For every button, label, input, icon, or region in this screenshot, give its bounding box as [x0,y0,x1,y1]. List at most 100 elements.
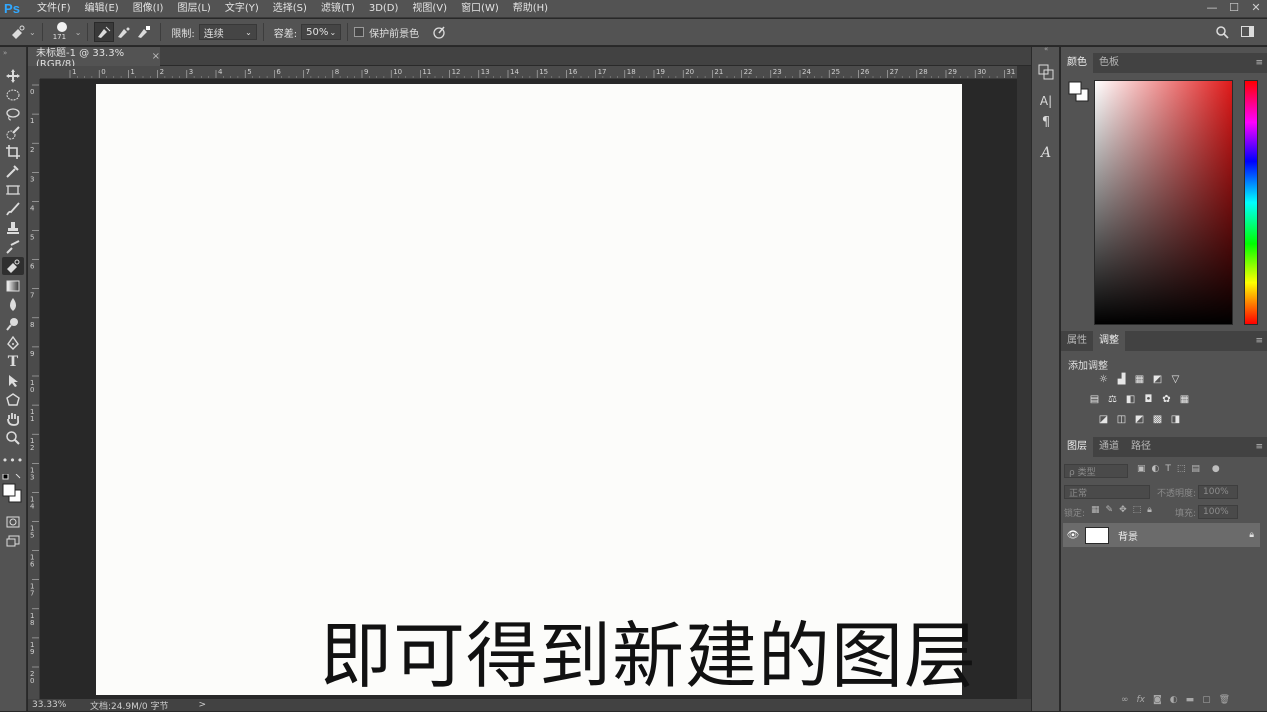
vertical-scrollbar[interactable] [1017,66,1031,699]
tab-paths[interactable]: 路径 [1125,437,1157,457]
background-eraser-tool-icon[interactable] [8,22,28,42]
protect-foreground-checkbox[interactable] [354,27,365,37]
add-mask-icon[interactable]: ◙ [1153,695,1162,705]
filter-smart-object-icon[interactable]: ▤ [1191,464,1200,474]
history-brush-tool-icon[interactable] [2,238,24,256]
blend-mode-dropdown[interactable]: 正常 [1064,485,1150,499]
pressure-tablet-icon[interactable] [429,22,449,42]
background-eraser-tool-icon[interactable] [2,257,24,275]
more-tools-icon[interactable]: ••• [2,451,24,469]
move-tool-icon[interactable] [2,67,24,85]
color-field[interactable] [1094,80,1233,325]
layer-style-icon[interactable]: fx [1137,695,1146,705]
photo-filter-icon[interactable]: ◘ [1142,394,1155,405]
status-arrow-icon[interactable]: > [198,700,206,710]
character-style-icon[interactable]: A| [1036,91,1056,111]
quick-selection-tool-icon[interactable] [2,124,24,142]
lock-pixels-icon[interactable]: ✎ [1106,505,1114,515]
quick-mask-icon[interactable] [2,513,24,531]
layer-lock-icon[interactable]: 🔒︎ [1249,530,1254,540]
filter-type-icon[interactable]: T [1165,464,1171,474]
zoom-tool-icon[interactable] [2,429,24,447]
crop-tool-icon[interactable] [2,143,24,161]
lock-transparent-icon[interactable]: ▦ [1091,505,1100,515]
new-adjustment-icon[interactable]: ◐ [1170,695,1178,705]
dodge-tool-icon[interactable] [2,315,24,333]
close-tab-icon[interactable]: × [152,51,160,62]
horizontal-ruler[interactable]: 1 0 1 2 3 4 5 6 7 8 9 10 11 12 13 14 15 16 17 18 19 20 21 22 23 2… [40,66,1017,79]
blur-tool-icon[interactable] [2,296,24,314]
menu-item[interactable]: 文件(F) [30,0,78,18]
sampling-continuous-icon[interactable] [94,22,115,42]
panel-menu-icon[interactable]: ≡ [1255,58,1263,68]
gradient-map-icon[interactable]: ◨ [1169,414,1182,425]
ruler-origin[interactable] [28,66,40,79]
tab-swatches[interactable]: 色板 [1093,53,1125,73]
minimize-button[interactable]: — [1201,0,1223,18]
vibrance-icon[interactable]: ▽ [1169,374,1182,385]
collapse-arrows-icon[interactable]: » [3,49,7,57]
opacity-field[interactable]: 100% [1198,485,1238,499]
menu-item[interactable]: 滤镜(T) [314,0,362,18]
paragraph-icon[interactable]: ¶ [1036,112,1056,132]
layer-row[interactable]: 👁︎ 背景 🔒︎ [1063,523,1260,547]
tab-layers[interactable]: 图层 [1061,437,1093,457]
channel-mixer-icon[interactable]: ✿ [1160,394,1173,405]
threshold-icon[interactable]: ◩ [1133,414,1146,425]
filter-pixel-icon[interactable]: ▣ [1137,464,1146,474]
panel-menu-icon[interactable]: ≡ [1255,442,1263,452]
new-group-icon[interactable]: ▬ [1186,695,1195,705]
pen-tool-icon[interactable] [2,334,24,352]
layer-filter-dropdown[interactable]: ρ 类型 [1064,464,1128,478]
hand-tool-icon[interactable] [2,410,24,428]
brush-preset-picker[interactable]: 171 [49,20,75,44]
menu-item[interactable]: 视图(V) [405,0,454,18]
filter-toggle-icon[interactable]: ● [1212,464,1220,474]
black-white-icon[interactable]: ◧ [1124,394,1137,405]
glyphs-icon[interactable]: A [1036,143,1056,163]
lock-all-icon[interactable]: 🔒︎ [1147,505,1152,515]
color-swatches[interactable] [2,473,26,510]
menu-item[interactable]: 3D(D) [362,0,406,18]
exposure-icon[interactable]: ◩ [1151,374,1164,385]
levels-icon[interactable]: ▟ [1115,374,1128,385]
collapse-arrows-icon[interactable]: « [1044,45,1048,53]
lock-position-icon[interactable]: ✥ [1119,505,1127,515]
menu-item[interactable]: 窗口(W) [454,0,506,18]
limit-dropdown[interactable]: 连续 ⌄ [198,24,257,40]
tab-adjustments[interactable]: 调整 [1093,331,1125,351]
brightness-contrast-icon[interactable]: ☼ [1097,374,1110,385]
lasso-tool-icon[interactable] [2,105,24,123]
color-balance-icon[interactable]: ⚖ [1106,394,1119,405]
hue-slider[interactable] [1244,80,1258,325]
invert-icon[interactable]: ◪ [1097,414,1110,425]
menu-item[interactable]: 图像(I) [126,0,171,18]
curves-icon[interactable]: ▦ [1133,374,1146,385]
lock-artboard-icon[interactable]: ⬚ [1133,505,1142,515]
tolerance-field[interactable]: 50% ⌄ [301,24,342,40]
menu-item[interactable]: 文字(Y) [218,0,266,18]
search-icon[interactable] [1212,22,1232,42]
menu-item[interactable]: 选择(S) [266,0,314,18]
delete-layer-icon[interactable]: 🗑︎ [1219,695,1230,705]
menu-item[interactable]: 图层(L) [170,0,217,18]
clone-stamp-tool-icon[interactable] [2,219,24,237]
vertical-ruler[interactable]: 01234567891011121314151617181920 [28,79,40,699]
selective-color-icon[interactable]: ▩ [1151,414,1164,425]
zoom-level[interactable]: 33.33% [28,700,80,710]
maximize-button[interactable]: ☐ [1223,0,1245,18]
sampling-background-swatch-icon[interactable] [134,22,154,42]
frame-tool-icon[interactable] [2,181,24,199]
menu-item[interactable]: 编辑(E) [78,0,126,18]
tab-properties[interactable]: 属性 [1061,331,1093,351]
posterize-icon[interactable]: ◫ [1115,414,1128,425]
eyedropper-tool-icon[interactable] [2,162,24,180]
fill-field[interactable]: 100% [1198,505,1238,519]
link-layers-icon[interactable]: ∞ [1121,695,1129,705]
sampling-once-icon[interactable] [114,22,134,42]
close-button[interactable]: ✕ [1245,0,1267,18]
document-tab[interactable]: 未标题-1 @ 33.3%(RGB/8) × [28,47,160,70]
filter-adjustment-icon[interactable]: ◐ [1152,464,1160,474]
visibility-eye-icon[interactable]: 👁︎ [1063,530,1083,541]
path-selection-tool-icon[interactable] [2,372,24,390]
